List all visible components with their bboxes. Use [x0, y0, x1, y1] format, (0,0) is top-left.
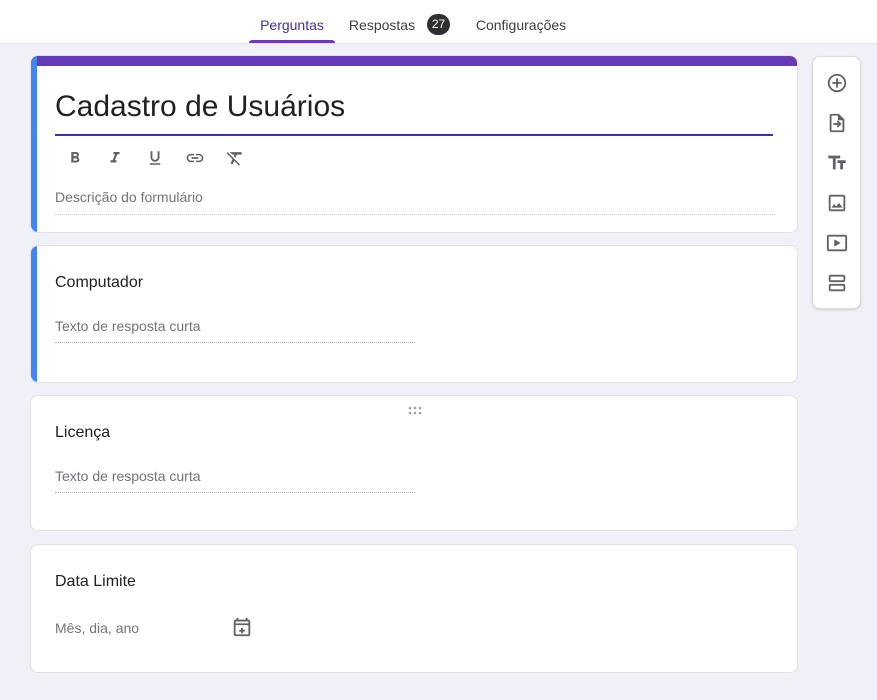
tab-responses-label: Respostas — [348, 17, 416, 33]
question-title[interactable]: Data Limite — [55, 573, 136, 591]
title-underline — [55, 134, 773, 136]
date-field: Mês, dia, ano — [55, 620, 140, 636]
tab-responses[interactable]: Respostas — [344, 0, 420, 44]
question-title[interactable]: Licença — [55, 424, 110, 442]
add-title-icon[interactable] — [825, 151, 849, 175]
form-title-input[interactable]: Cadastro de Usuários — [55, 90, 345, 124]
question-card[interactable]: Computador Texto de resposta curta — [30, 245, 798, 383]
focus-indicator-bar — [31, 56, 37, 232]
add-image-icon[interactable] — [825, 191, 849, 215]
italic-icon[interactable] — [103, 146, 127, 170]
short-answer-field: Texto de resposta curta — [55, 318, 415, 343]
tab-questions[interactable]: Perguntas — [249, 0, 335, 44]
link-icon[interactable] — [183, 146, 207, 170]
drag-handle-icon[interactable] — [407, 403, 423, 415]
tab-questions-label: Perguntas — [260, 17, 324, 33]
question-title[interactable]: Computador — [55, 274, 143, 292]
add-question-icon[interactable] — [825, 71, 849, 95]
question-toolbox — [812, 56, 861, 309]
short-answer-field: Texto de resposta curta — [55, 468, 415, 493]
bold-icon[interactable] — [63, 146, 87, 170]
responses-count-badge: 27 — [427, 14, 450, 35]
focus-indicator-bar — [31, 246, 37, 382]
question-card[interactable]: Data Limite Mês, dia, ano — [30, 544, 798, 673]
tab-bar: Perguntas Respostas 27 Configurações — [0, 0, 877, 44]
add-section-icon[interactable] — [825, 271, 849, 295]
tab-settings[interactable]: Configurações — [466, 0, 576, 44]
active-tab-indicator — [249, 40, 335, 43]
form-description-input[interactable]: Descrição do formulário — [55, 189, 775, 215]
form-header-card[interactable]: Cadastro de Usuários Descrição do formul… — [30, 55, 798, 233]
tab-settings-label: Configurações — [475, 17, 567, 33]
header-accent-bar — [31, 56, 797, 66]
underline-icon[interactable] — [143, 146, 167, 170]
question-card[interactable]: Licença Texto de resposta curta — [30, 395, 798, 531]
import-questions-icon[interactable] — [825, 111, 849, 135]
add-video-icon[interactable] — [825, 231, 849, 255]
clear-format-icon[interactable] — [223, 146, 247, 170]
calendar-icon — [231, 616, 255, 640]
